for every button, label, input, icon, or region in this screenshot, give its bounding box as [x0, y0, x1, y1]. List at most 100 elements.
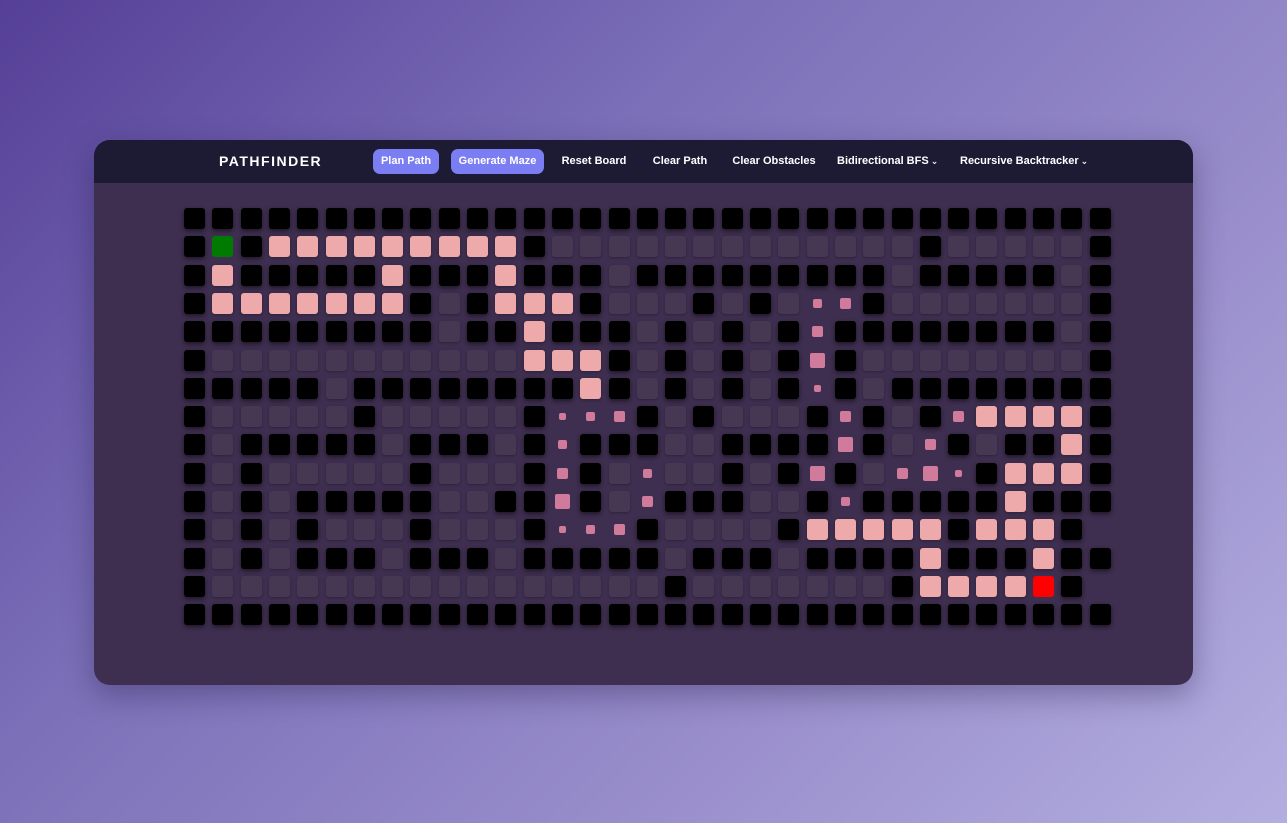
- grid-cell-empty[interactable]: [608, 491, 630, 512]
- grid-cell-wall[interactable]: [721, 349, 743, 371]
- grid-cell-wall[interactable]: [523, 462, 545, 484]
- grid-cell-wall[interactable]: [212, 377, 234, 399]
- grid-cell-visited[interactable]: [807, 321, 828, 342]
- grid-cell-empty[interactable]: [863, 349, 885, 371]
- grid-cell-wall[interactable]: [580, 292, 602, 314]
- grid-cell-wall[interactable]: [693, 208, 715, 229]
- grid-cell-empty[interactable]: [806, 236, 828, 258]
- grid-cell-wall[interactable]: [721, 434, 743, 456]
- grid-cell-visited[interactable]: [637, 463, 658, 484]
- grid-cell-wall[interactable]: [240, 519, 262, 541]
- grid-cell-wall[interactable]: [721, 377, 743, 399]
- grid-cell-wall[interactable]: [438, 434, 460, 456]
- grid-cell-empty[interactable]: [495, 575, 517, 597]
- grid-cell-empty[interactable]: [665, 236, 687, 258]
- grid-cell-wall[interactable]: [240, 264, 262, 286]
- grid-cell-empty[interactable]: [1061, 236, 1083, 258]
- grid-cell-wall[interactable]: [834, 377, 856, 399]
- grid-cell-wall[interactable]: [467, 434, 488, 456]
- grid-cell-wall[interactable]: [495, 377, 517, 399]
- grid-cell-wall[interactable]: [382, 604, 404, 626]
- grid-cell-wall[interactable]: [608, 321, 630, 343]
- grid-cell-wall[interactable]: [325, 321, 347, 343]
- grid-cell-empty[interactable]: [636, 236, 658, 258]
- grid-cell-visited[interactable]: [580, 519, 601, 540]
- grid-cell-empty[interactable]: [1033, 292, 1054, 314]
- grid-cell-wall[interactable]: [1061, 547, 1083, 569]
- grid-cell-path[interactable]: [325, 236, 347, 258]
- grid-cell-wall[interactable]: [721, 208, 743, 229]
- grid-cell-empty[interactable]: [410, 349, 432, 371]
- grid-cell-empty[interactable]: [438, 462, 460, 484]
- grid-cell-wall[interactable]: [1004, 264, 1026, 286]
- grid-cell-path[interactable]: [268, 292, 290, 314]
- grid-cell-visited[interactable]: [920, 463, 941, 484]
- grid-cell-visited[interactable]: [552, 463, 573, 484]
- grid-cell-wall[interactable]: [353, 491, 375, 512]
- grid-cell-visited[interactable]: [807, 293, 828, 314]
- grid-cell-wall[interactable]: [778, 264, 800, 286]
- grid-cell-wall[interactable]: [410, 377, 432, 399]
- grid-cell-empty[interactable]: [1004, 236, 1026, 258]
- grid-cell-wall[interactable]: [665, 377, 687, 399]
- grid-cell-path[interactable]: [382, 236, 404, 258]
- grid-cell-empty[interactable]: [467, 349, 488, 371]
- grid-cell-wall[interactable]: [1089, 406, 1111, 428]
- grid-cell-path[interactable]: [212, 264, 234, 286]
- maze-algorithm-dropdown[interactable]: Recursive Backtracker ⌄: [960, 149, 1088, 174]
- grid-cell-empty[interactable]: [863, 575, 885, 597]
- grid-cell-empty[interactable]: [353, 519, 375, 541]
- grid-cell-empty[interactable]: [325, 406, 347, 428]
- grid-cell-empty[interactable]: [212, 434, 234, 456]
- grid-cell-visited[interactable]: [580, 406, 601, 427]
- grid-cell-wall[interactable]: [1033, 208, 1054, 229]
- grid-cell-wall[interactable]: [268, 604, 290, 626]
- grid-cell-wall[interactable]: [184, 292, 205, 314]
- grid-cell-wall[interactable]: [948, 547, 970, 569]
- grid-cell-wall[interactable]: [1089, 208, 1111, 229]
- grid-cell-visited[interactable]: [552, 434, 573, 455]
- grid-cell-wall[interactable]: [467, 377, 488, 399]
- grid-cell-empty[interactable]: [778, 491, 800, 512]
- reset-board-button[interactable]: Reset Board: [560, 149, 628, 174]
- grid-cell-wall[interactable]: [891, 547, 913, 569]
- grid-cell-wall[interactable]: [438, 547, 460, 569]
- grid-cell-empty[interactable]: [608, 462, 630, 484]
- grid-cell-wall[interactable]: [353, 321, 375, 343]
- grid-cell-wall[interactable]: [523, 264, 545, 286]
- grid-cell-wall[interactable]: [184, 434, 205, 456]
- grid-cell-wall[interactable]: [240, 491, 262, 512]
- grid-cell-wall[interactable]: [1004, 321, 1026, 343]
- grid-cell-empty[interactable]: [976, 434, 998, 456]
- grid-cell-wall[interactable]: [976, 264, 998, 286]
- grid-cell-wall[interactable]: [665, 491, 687, 512]
- grid-cell-path[interactable]: [240, 292, 262, 314]
- grid-cell-wall[interactable]: [297, 377, 319, 399]
- grid-cell-wall[interactable]: [438, 377, 460, 399]
- grid-cell-empty[interactable]: [948, 292, 970, 314]
- grid-cell-empty[interactable]: [410, 406, 432, 428]
- grid-cell-path[interactable]: [1004, 575, 1026, 597]
- grid-cell-wall[interactable]: [297, 604, 319, 626]
- grid-cell-wall[interactable]: [1089, 236, 1111, 258]
- grid-cell-empty[interactable]: [693, 236, 715, 258]
- grid-cell-wall[interactable]: [693, 604, 715, 626]
- grid-cell-path[interactable]: [325, 292, 347, 314]
- grid-cell-empty[interactable]: [636, 292, 658, 314]
- grid-cell-wall[interactable]: [325, 491, 347, 512]
- grid-cell-wall[interactable]: [1004, 547, 1026, 569]
- grid-cell-wall[interactable]: [495, 208, 517, 229]
- grid-cell-wall[interactable]: [948, 519, 970, 541]
- grid-cell-wall[interactable]: [721, 604, 743, 626]
- grid-cell-wall[interactable]: [608, 208, 630, 229]
- grid-cell-empty[interactable]: [608, 575, 630, 597]
- grid-cell-wall[interactable]: [268, 321, 290, 343]
- grid-cell-path[interactable]: [551, 349, 573, 371]
- grid-cell-empty[interactable]: [948, 349, 970, 371]
- grid-cell-empty[interactable]: [1033, 349, 1054, 371]
- grid-cell-wall[interactable]: [1033, 604, 1054, 626]
- grid-cell-wall[interactable]: [382, 377, 404, 399]
- grid-cell-empty[interactable]: [467, 462, 488, 484]
- grid-cell-wall[interactable]: [523, 604, 545, 626]
- grid-cell-empty[interactable]: [410, 575, 432, 597]
